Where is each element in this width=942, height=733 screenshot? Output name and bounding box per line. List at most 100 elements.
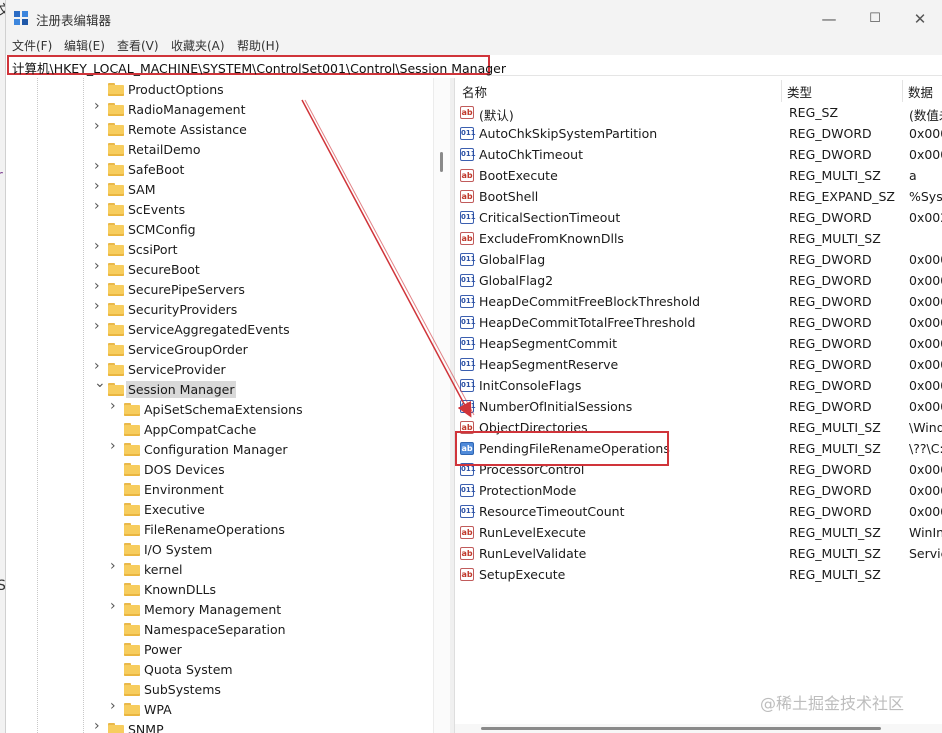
- string-value-icon: ab: [460, 568, 474, 581]
- tree-item[interactable]: › ScsiPort: [94, 239, 426, 260]
- value-row[interactable]: 011HeapSegmentReserve REG_DWORD 0x000: [455, 355, 942, 376]
- tree-item[interactable]: › SNMP: [94, 719, 426, 733]
- tree-item[interactable]: › SecurityProviders: [94, 299, 426, 320]
- value-row[interactable]: 011InitConsoleFlags REG_DWORD 0x000: [455, 376, 942, 397]
- tree-item[interactable]: › SafeBoot: [94, 159, 426, 180]
- tree-vertical-scrollbar[interactable]: [433, 78, 451, 733]
- tree-item[interactable]: Quota System: [110, 660, 426, 680]
- tree-item[interactable]: NamespaceSeparation: [110, 620, 426, 640]
- tree-item-label: ApiSetSchemaExtensions: [144, 402, 303, 417]
- chevron-right-icon[interactable]: ›: [94, 359, 104, 373]
- chevron-right-icon[interactable]: ›: [94, 99, 104, 113]
- chevron-down-icon[interactable]: ⌄: [94, 376, 106, 390]
- tree-item[interactable]: › RadioManagement: [94, 99, 426, 120]
- column-separator[interactable]: [781, 80, 782, 102]
- value-row[interactable]: 011 HeapDeCommitTotalFreeThreshold REG_DWO…: [455, 313, 942, 334]
- tree-item[interactable]: AppCompatCache: [110, 420, 426, 440]
- value-row[interactable]: ab SetupExecute REG_MULTI_SZ: [455, 565, 942, 586]
- chevron-right-icon[interactable]: ›: [94, 719, 104, 733]
- menu-file[interactable]: 文件(F): [12, 37, 52, 54]
- chevron-right-icon[interactable]: ›: [110, 559, 120, 573]
- tree-item[interactable]: I/O System: [110, 540, 426, 560]
- column-header-data[interactable]: 数据: [908, 82, 933, 100]
- tree-item[interactable]: › ScEvents: [94, 199, 426, 220]
- tree-item[interactable]: › Configuration Manager: [110, 439, 426, 460]
- tree-item[interactable]: › ServiceProvider: [94, 359, 426, 380]
- binary-value-icon: 011: [460, 484, 476, 497]
- chevron-right-icon[interactable]: ›: [94, 119, 104, 133]
- address-path: 计算机\HKEY_LOCAL_MACHINE\SYSTEM\ControlSet…: [12, 61, 507, 76]
- menu-edit[interactable]: 编辑(E): [64, 37, 105, 54]
- tree-item[interactable]: › WPA: [110, 699, 426, 720]
- value-type: REG_MULTI_SZ: [789, 168, 881, 183]
- tree-item[interactable]: KnownDLLs: [110, 580, 426, 600]
- menu-favorites[interactable]: 收藏夹(A): [171, 37, 225, 54]
- column-separator[interactable]: [902, 80, 903, 102]
- tree-item[interactable]: › Remote Assistance: [94, 119, 426, 140]
- tree-item[interactable]: › SecurePipeServers: [94, 279, 426, 300]
- value-row[interactable]: 011GlobalFlag REG_DWORD 0x000: [455, 250, 942, 271]
- chevron-right-icon[interactable]: ›: [94, 279, 104, 293]
- chevron-right-icon[interactable]: ›: [94, 239, 104, 253]
- chevron-right-icon[interactable]: ›: [110, 699, 120, 713]
- chevron-right-icon[interactable]: ›: [110, 399, 120, 413]
- tree-item[interactable]: SCMConfig: [94, 220, 426, 240]
- tree-item[interactable]: SubSystems: [110, 680, 426, 700]
- chevron-right-icon[interactable]: ›: [94, 259, 104, 273]
- value-row[interactable]: ab (默认) REG_SZ (数值未: [455, 103, 942, 124]
- value-row[interactable]: ab ExcludeFromKnownDlls REG_MULTI_SZ: [455, 229, 942, 250]
- chevron-right-icon[interactable]: ›: [110, 599, 120, 613]
- chevron-right-icon[interactable]: ›: [94, 299, 104, 313]
- tree-item[interactable]: › Memory Management: [110, 599, 426, 620]
- value-row[interactable]: 011CriticalSectionTimeout REG_DWORD 0x002: [455, 208, 942, 229]
- column-header-type[interactable]: 类型: [787, 82, 812, 100]
- values-horizontal-scrollbar[interactable]: [455, 724, 942, 733]
- minimize-button[interactable]: —: [806, 6, 852, 32]
- tree-item[interactable]: › ApiSetSchemaExtensions: [110, 399, 426, 420]
- value-row[interactable]: 011ProtectionMode REG_DWORD 0x000: [455, 481, 942, 502]
- value-row[interactable]: 011ResourceTimeoutCount REG_DWORD 0x000: [455, 502, 942, 523]
- chevron-right-icon[interactable]: ›: [94, 159, 104, 173]
- address-bar[interactable]: 计算机\HKEY_LOCAL_MACHINE\SYSTEM\ControlSet…: [7, 55, 506, 76]
- value-row[interactable]: ab RunLevelExecute REG_MULTI_SZ WinIn: [455, 523, 942, 544]
- tree-item[interactable]: › SAM: [94, 179, 426, 200]
- tree-item[interactable]: DOS Devices: [110, 460, 426, 480]
- value-data: 0x000: [909, 357, 942, 372]
- maximize-button[interactable]: ☐: [852, 6, 898, 32]
- tree-item[interactable]: ⌄ Session Manager: [94, 376, 426, 400]
- value-name: GlobalFlag2: [479, 273, 554, 288]
- value-row[interactable]: 011NumberOfInitialSessions REG_DWORD 0x000: [455, 397, 942, 418]
- value-row[interactable]: 011 AutoChkSkipSystemPartition REG_DWORD 0x…: [455, 124, 942, 145]
- tree-item[interactable]: ProductOptions: [94, 80, 426, 100]
- value-type: REG_MULTI_SZ: [789, 420, 881, 435]
- tree-item[interactable]: Executive: [110, 500, 426, 520]
- tree-item[interactable]: RetailDemo: [94, 140, 426, 160]
- tree-item[interactable]: › ServiceAggregatedEvents: [94, 319, 426, 340]
- close-button[interactable]: ✕: [897, 6, 942, 32]
- chevron-right-icon[interactable]: ›: [94, 179, 104, 193]
- tree-item[interactable]: Environment: [110, 480, 426, 500]
- folder-icon: [124, 703, 140, 716]
- tree-item[interactable]: FileRenameOperations: [110, 520, 426, 540]
- tree-item[interactable]: Power: [110, 640, 426, 660]
- chevron-right-icon[interactable]: ›: [110, 439, 120, 453]
- menu-view[interactable]: 查看(V): [117, 37, 159, 54]
- values-scroll-thumb[interactable]: [481, 727, 881, 730]
- tree-item[interactable]: › SecureBoot: [94, 259, 426, 280]
- value-row[interactable]: 011AutoChkTimeout REG_DWORD 0x000: [455, 145, 942, 166]
- chevron-right-icon[interactable]: ›: [94, 199, 104, 213]
- menu-help[interactable]: 帮助(H): [237, 37, 279, 54]
- tree-item[interactable]: › kernel: [110, 559, 426, 580]
- tree-scroll-thumb[interactable]: [440, 152, 443, 172]
- chevron-right-icon[interactable]: ›: [94, 319, 104, 333]
- value-row[interactable]: 011GlobalFlag2 REG_DWORD 0x000: [455, 271, 942, 292]
- value-row[interactable]: ab BootExecute REG_MULTI_SZ a: [455, 166, 942, 187]
- tree-item-label: Configuration Manager: [144, 442, 288, 457]
- tree-item[interactable]: ServiceGroupOrder: [94, 340, 426, 360]
- value-row[interactable]: ab RunLevelValidate REG_MULTI_SZ Servic: [455, 544, 942, 565]
- value-row[interactable]: ab BootShell REG_EXPAND_SZ %Syst: [455, 187, 942, 208]
- column-header-name[interactable]: 名称: [462, 82, 487, 100]
- value-row[interactable]: 011 HeapDeCommitFreeBlockThreshold REG_DWO…: [455, 292, 942, 313]
- folder-icon: [108, 263, 124, 276]
- value-row[interactable]: 011HeapSegmentCommit REG_DWORD 0x000: [455, 334, 942, 355]
